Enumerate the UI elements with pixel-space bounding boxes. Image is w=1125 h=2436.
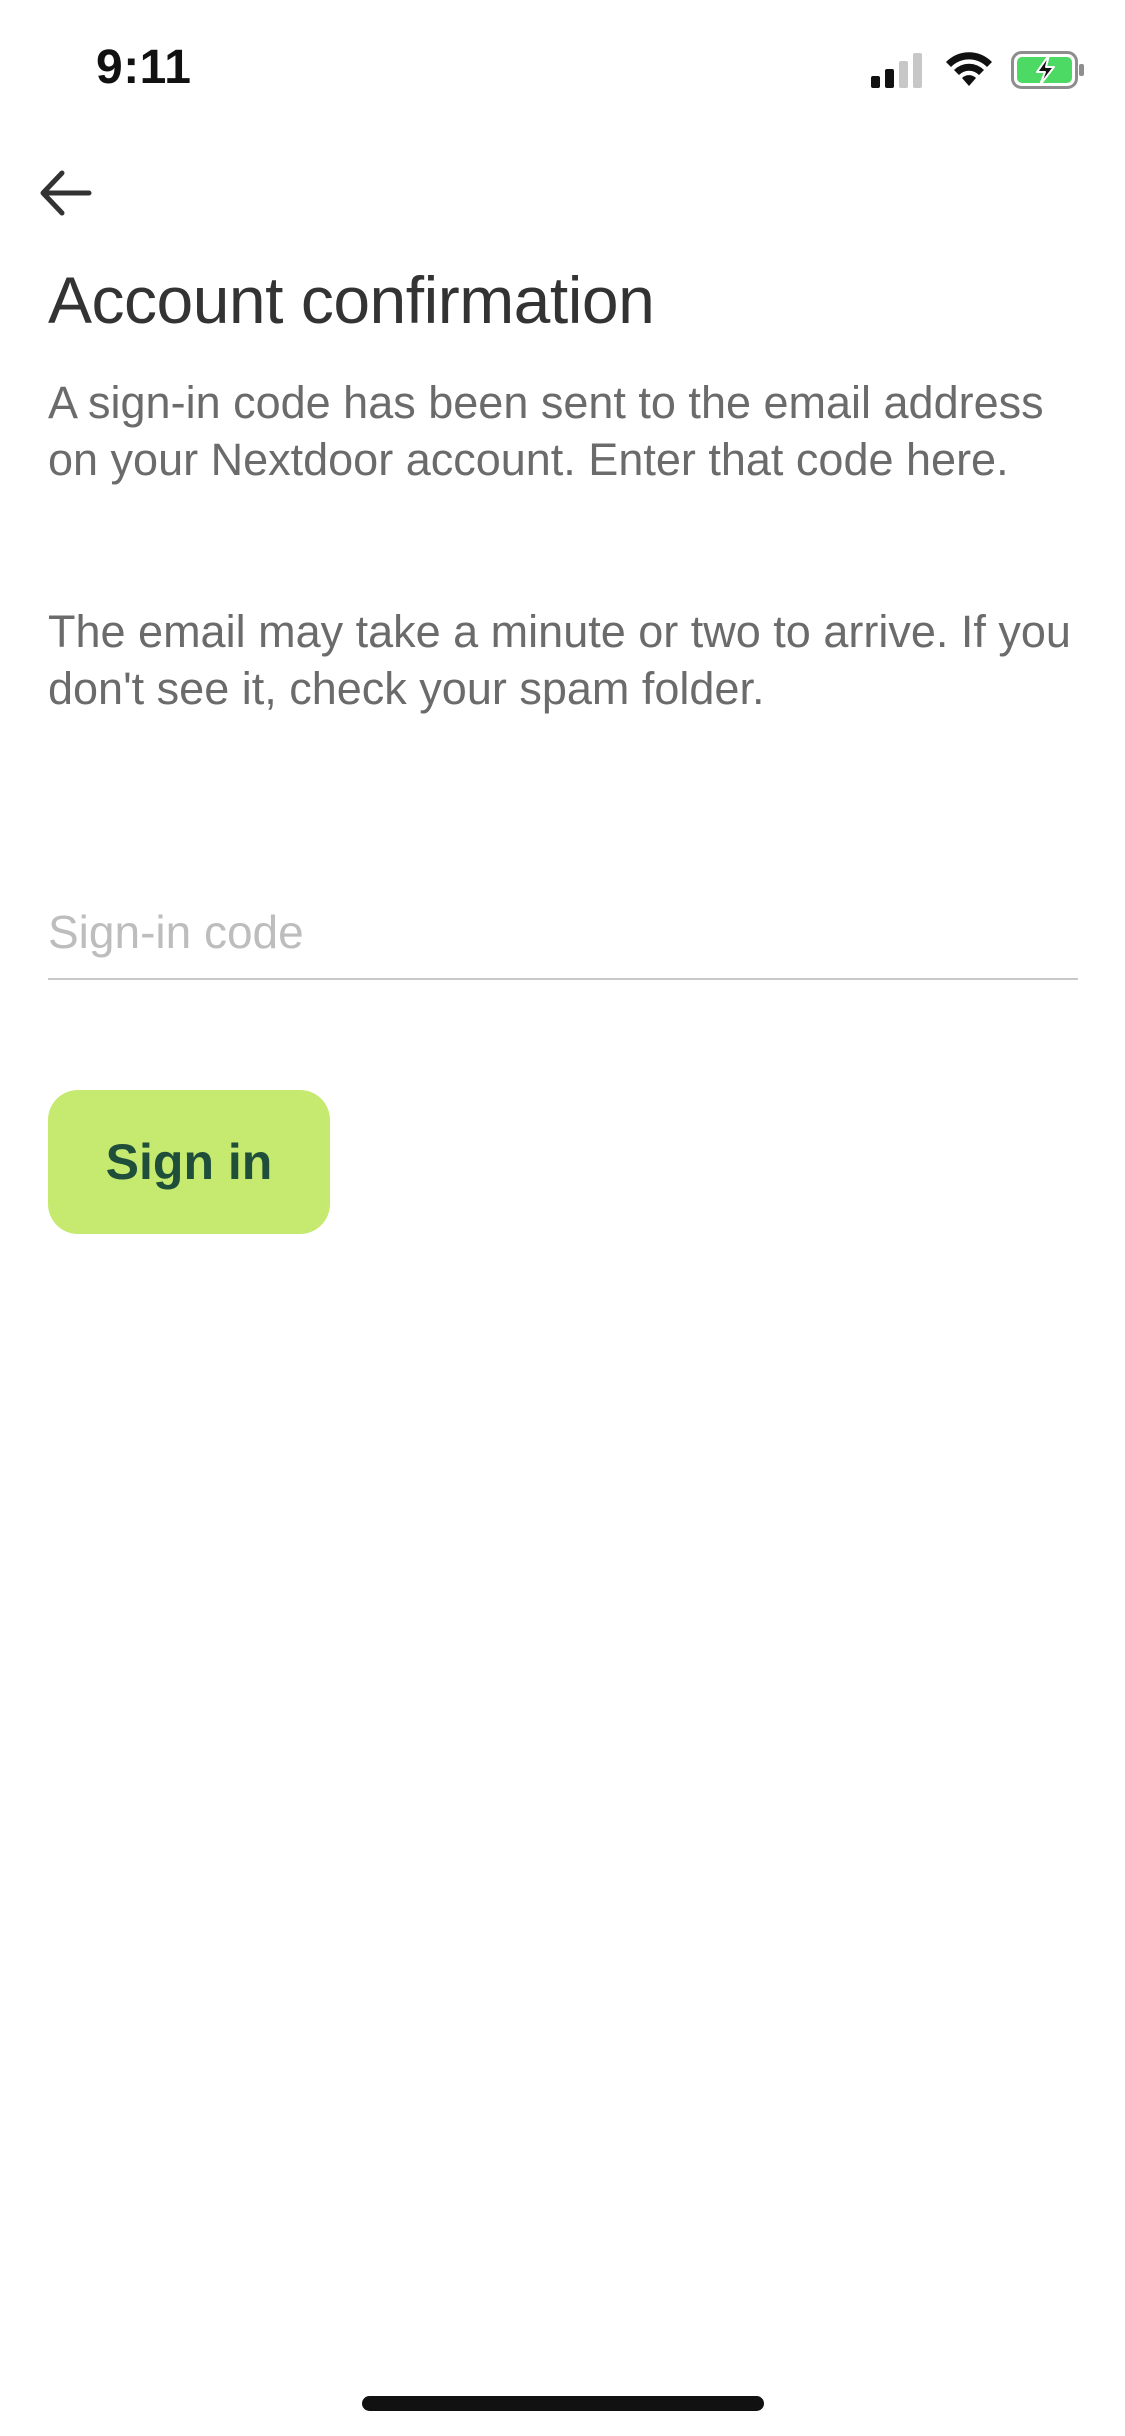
instructions-text: A sign-in code has been sent to the emai… [48, 377, 1044, 485]
back-button[interactable] [30, 160, 100, 230]
cellular-signal-icon [871, 52, 927, 88]
wifi-icon [945, 52, 993, 88]
sign-in-code-input[interactable] [48, 890, 1078, 980]
status-bar: 9:11 [0, 0, 1125, 140]
spam-hint-text: The email may take a minute or two to ar… [48, 606, 1071, 714]
home-indicator [362, 2396, 764, 2411]
sign-in-button[interactable]: Sign in [48, 1090, 330, 1234]
page-title: Account confirmation [48, 263, 655, 337]
status-time: 9:11 [96, 41, 192, 94]
arrow-left-icon [37, 165, 93, 226]
battery-charging-icon [1011, 51, 1085, 89]
status-icons [871, 50, 1085, 90]
